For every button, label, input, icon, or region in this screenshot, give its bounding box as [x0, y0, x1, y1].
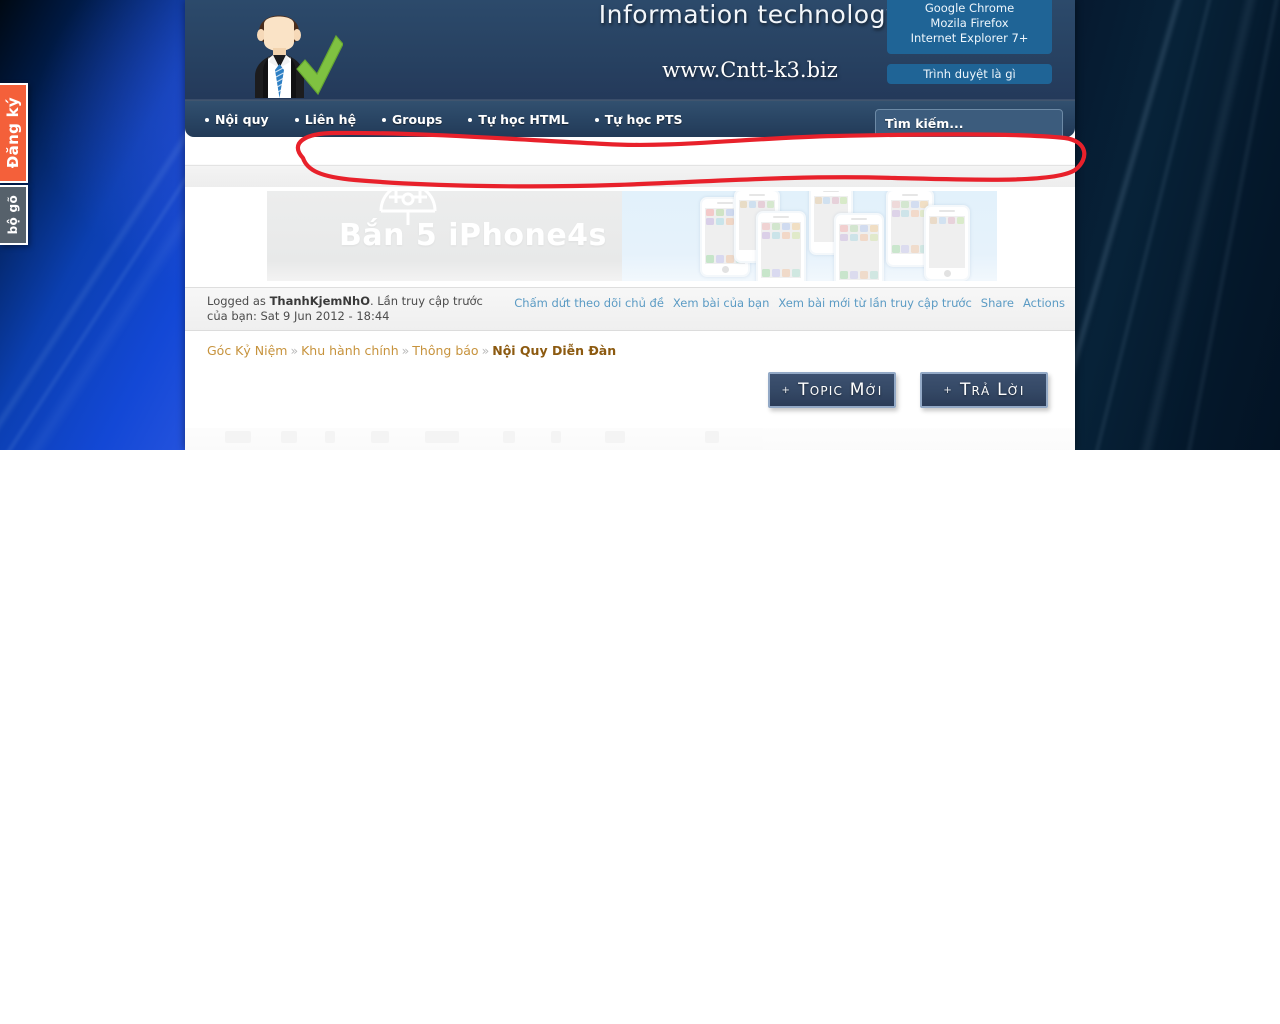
breadcrumb-separator: » [481, 343, 490, 358]
browser-viewport: Đăng ký bộ gõ Information technology www… [0, 0, 1280, 450]
link-actions[interactable]: Actions [1023, 296, 1065, 310]
breadcrumb-current: Nội Quy Diễn Đàn [492, 343, 617, 358]
breadcrumb-item-admin[interactable]: Khu hành chính [301, 343, 399, 358]
main-navigation: Nội quy Liên hệ Groups Tự học HTML Tự họ… [185, 100, 1075, 139]
screenshot-canvas: Đăng ký bộ gõ Information technology www… [0, 0, 1280, 1024]
iphone-image [924, 205, 970, 281]
logged-prefix: Logged as [207, 294, 270, 308]
site-header: Information technology www.Cntt-k3.biz G… [185, 0, 1075, 100]
reply-button[interactable]: + Trả Lời [920, 372, 1048, 408]
divider [185, 165, 1075, 166]
bullet-icon [468, 118, 473, 122]
logged-in-links: Chấm dứt theo dõi chủ đề Xem bài của bạn… [514, 296, 1065, 310]
link-share[interactable]: Share [981, 296, 1014, 310]
forum-page: Information technology www.Cntt-k3.biz G… [185, 0, 1075, 450]
topic-action-bar: + Topic Mới + Trả Lời [185, 358, 1075, 418]
browser-line: Internet Explorer 7+ [910, 31, 1029, 45]
supported-browsers-box: Google Chrome Mozila Firefox Internet Ex… [887, 0, 1052, 54]
breadcrumb-separator: » [401, 343, 410, 358]
promo-right-panel [622, 191, 997, 281]
sidebar-tab-input-method-label: bộ gõ [6, 195, 20, 235]
wallpaper-streak [1075, 0, 1197, 450]
iphone-image [756, 211, 806, 281]
logged-in-bar: Logged as ThanhKjemNhO. Lần truy cập trư… [185, 287, 1075, 331]
breadcrumb: Góc Kỷ Niệm» Khu hành chính» Thông báo» Nội… [185, 331, 1075, 358]
promo-headline: Bắn 5 iPhone4s [339, 218, 607, 253]
bullet-icon [382, 118, 387, 122]
nav-item-label: Tự học PTS [604, 111, 683, 127]
nav-item-tu-hoc-pts[interactable]: Tự học PTS [594, 111, 683, 127]
link-stop-watching-topic[interactable]: Chấm dứt theo dõi chủ đề [514, 296, 664, 310]
logged-username: ThanhKjemNhO [269, 294, 370, 308]
link-your-posts[interactable]: Xem bài của bạn [673, 296, 769, 310]
new-topic-button[interactable]: + Topic Mới [768, 372, 896, 408]
plus-icon: + [943, 384, 953, 396]
reply-button-label: Trả Lời [959, 380, 1025, 400]
iphone-image [834, 213, 884, 281]
what-is-browser-button[interactable]: Trình duyệt là gì [887, 64, 1052, 84]
desktop-wallpaper-right [1075, 0, 1280, 450]
empty-content-strip [185, 137, 1075, 187]
browser-line: Mozila Firefox [930, 16, 1009, 30]
nav-item-groups[interactable]: Groups [382, 112, 442, 127]
breadcrumb-separator: » [290, 343, 299, 358]
wallpaper-streak [1169, 0, 1280, 450]
nav-item-label: Nội quy [215, 111, 269, 127]
below-fold-content [185, 428, 1075, 450]
breadcrumb-item-root[interactable]: Góc Kỷ Niệm [207, 343, 287, 358]
search-input[interactable]: Tìm kiếm... [875, 109, 1063, 139]
nav-item-lien-he[interactable]: Liên hệ [294, 111, 357, 127]
sidebar-tab-register-label: Đăng ký [4, 97, 22, 169]
nav-items: Nội quy Liên hệ Groups Tự học HTML Tự họ… [205, 101, 683, 137]
sidebar-tab-register[interactable]: Đăng ký [0, 83, 28, 183]
link-new-posts-since-last-visit[interactable]: Xem bài mới từ lần truy cập trước [778, 296, 971, 310]
logged-in-text: Logged as ThanhKjemNhO. Lần truy cập trư… [207, 294, 507, 324]
nav-item-tu-hoc-html[interactable]: Tự học HTML [468, 111, 569, 127]
businessman-check-icon [233, 2, 343, 98]
nav-item-label: Groups [392, 111, 443, 127]
bullet-icon [594, 118, 599, 122]
plus-icon: + [781, 384, 792, 396]
bullet-icon [205, 118, 209, 122]
nav-item-label: Liên hệ [304, 111, 357, 127]
new-topic-button-label: Topic Mới [798, 380, 883, 400]
sidebar-tab-input-method[interactable]: bộ gõ [0, 185, 28, 245]
nav-item-label: Tự học HTML [478, 111, 569, 127]
promo-banner[interactable]: Bắn 5 iPhone4s [267, 191, 997, 281]
browser-line: Google Chrome [924, 1, 1015, 15]
bullet-icon [294, 118, 299, 122]
promo-banner-area: Bắn 5 iPhone4s [185, 187, 1075, 287]
nav-item-noi-quy[interactable]: Nội quy [205, 112, 269, 127]
breadcrumb-item-announcements[interactable]: Thông báo [412, 343, 478, 358]
